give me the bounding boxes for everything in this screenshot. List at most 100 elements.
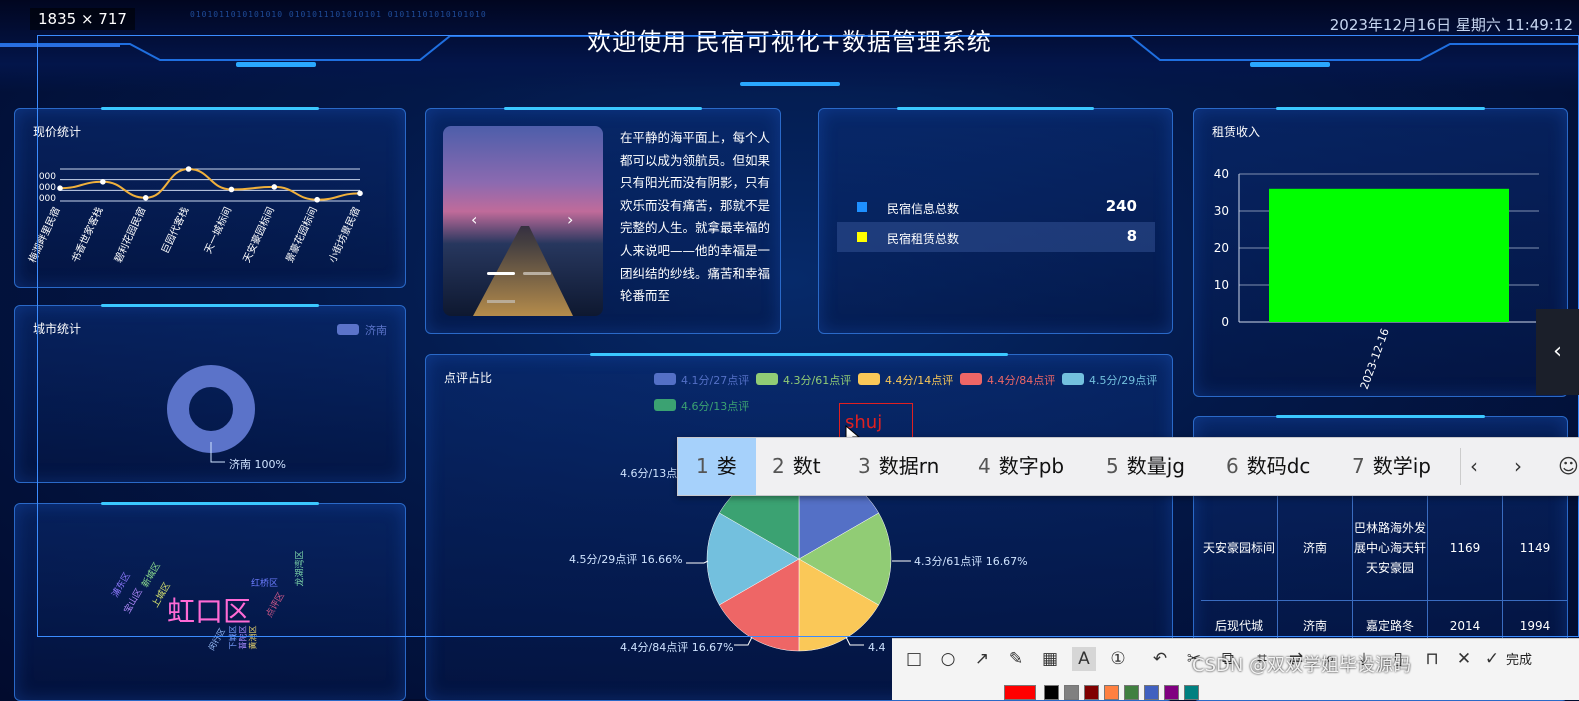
legend-swatch xyxy=(858,373,880,385)
x-tick-label: 天一城标间 xyxy=(201,205,234,256)
label-leader-line xyxy=(686,560,709,564)
district-wordcloud-panel: 虹口区 红桥区 点评区 宝山区 浦东区 新城区 上城区 龙湖湾区 闵行区 下城区… xyxy=(14,502,406,701)
ime-prev-page-icon[interactable]: ‹ xyxy=(1470,438,1478,495)
mosaic-tool-icon[interactable]: ▦ xyxy=(1038,647,1062,671)
data-point xyxy=(314,196,320,203)
label-leader-line xyxy=(734,636,753,646)
binary-decoration: 0101011010101010 0101011101010101 010111… xyxy=(190,10,487,19)
rent-bar-chart: 0 10 20 30 40 2023-12-16 xyxy=(1214,167,1539,392)
color-swatch[interactable] xyxy=(1004,685,1036,700)
carousel-next-icon[interactable]: › xyxy=(567,210,573,229)
image-carousel[interactable]: ‹ › xyxy=(443,126,603,316)
selection-size-badge: 1835 × 717 xyxy=(30,8,135,30)
ime-candidate-2[interactable]: 2 数t xyxy=(772,438,821,495)
close-icon[interactable]: ✕ xyxy=(1452,647,1476,671)
carousel-dot-active[interactable] xyxy=(487,272,515,275)
data-point xyxy=(100,179,106,185)
legend-label: 4.3分/61点评 xyxy=(783,374,851,387)
legend-swatch xyxy=(1062,373,1084,385)
price-line-chart: 000000000梅湖畔里民宿 书香世家客栈 碧利花园民宿 巨园代客栈 天一城标间 天安豪… xyxy=(26,166,363,265)
pen-tool-icon[interactable]: ✎ xyxy=(1004,647,1028,671)
ime-candidate-1[interactable]: 1娄 xyxy=(678,438,756,495)
confirm-icon[interactable]: ✓ xyxy=(1480,647,1504,671)
word: 闵行区 xyxy=(207,626,227,653)
y-tick-label: 000 xyxy=(39,194,56,204)
stat-value: 240 xyxy=(1105,197,1137,215)
data-point xyxy=(357,190,363,197)
stat-label: 民宿信息总数 xyxy=(887,202,960,216)
bar xyxy=(1269,188,1509,322)
word: 黄浦区 xyxy=(248,625,258,650)
carousel-dot[interactable] xyxy=(487,300,515,303)
color-swatch[interactable] xyxy=(1124,685,1139,700)
word: 龙湖湾区 xyxy=(295,550,306,587)
series-line xyxy=(59,167,361,201)
carousel-prev-icon[interactable]: ‹ xyxy=(471,210,477,229)
color-swatch[interactable] xyxy=(1044,685,1059,700)
ime-candidate-4[interactable]: 4 数字pb xyxy=(978,438,1064,495)
rent-income-panel: 租赁收入 0 10 20 30 40 2023-12-16 xyxy=(1193,107,1568,397)
word: 点评区 xyxy=(264,591,287,620)
divider xyxy=(1460,448,1461,485)
legend-swatch xyxy=(756,373,778,385)
y-tick-label: 0 xyxy=(1221,315,1229,329)
slice-label: 4.4 xyxy=(868,641,886,654)
table-cell: 1169 xyxy=(1428,496,1503,601)
legend-swatch xyxy=(654,399,676,411)
stat-row-rentals: 民宿租赁总数 8 xyxy=(837,222,1155,252)
color-swatch[interactable] xyxy=(1144,685,1159,700)
text-tool-icon[interactable]: A xyxy=(1072,647,1096,671)
ime-emoji-icon[interactable]: ☺ xyxy=(1558,438,1579,495)
data-point xyxy=(271,184,278,190)
color-swatch[interactable] xyxy=(1184,685,1199,700)
done-button[interactable]: 完成 xyxy=(1506,649,1532,668)
y-tick-label: 10 xyxy=(1214,278,1229,292)
ime-candidate-3[interactable]: 3 数据rn xyxy=(858,438,939,495)
table-cell: 济南 xyxy=(1278,496,1353,601)
y-tick-label: 40 xyxy=(1214,167,1229,181)
x-tick-label: 小街坊景民宿 xyxy=(326,205,363,265)
legend-label: 4.4分/14点评 xyxy=(885,374,953,387)
color-swatch[interactable] xyxy=(1164,685,1179,700)
city-stats-panel: 城市统计 济南 济南 100% xyxy=(14,304,406,483)
intro-text: 在平静的海平面上，每个人都可以成为领航员。但如果只有阳光而没有阴影，只有欢乐而没… xyxy=(620,130,771,304)
rectangle-tool-icon[interactable]: □ xyxy=(902,647,926,671)
datetime-display: 2023年12月16日 星期六 11:49:12 xyxy=(1329,16,1573,34)
intro-panel: ‹ › 在平静的海平面上，每个人都可以成为领航员。但如果只有阳光而没有阴影，只有… xyxy=(425,107,781,334)
slice-label: 4.3分/61点评 16.67% xyxy=(914,555,1028,568)
color-swatch[interactable] xyxy=(1064,685,1079,700)
ime-candidate-7[interactable]: 7 数学ip xyxy=(1352,438,1431,495)
x-tick-label: 碧利花园民宿 xyxy=(111,205,148,265)
data-point xyxy=(228,186,235,193)
price-stats-panel: 现价统计 000 000 000 梅湖畔里民宿 书香世家客栈 碧利花园民宿 巨园代客栈 天一城… xyxy=(14,107,406,288)
legend-square-icon xyxy=(857,232,867,242)
table-cell: 天安豪园标间 xyxy=(1201,496,1278,601)
stat-label: 民宿租赁总数 xyxy=(887,232,960,246)
legend-label: 4.5分/29点评 xyxy=(1089,374,1157,387)
label-leader-line xyxy=(845,636,864,646)
ime-candidate-6[interactable]: 6 数码dc xyxy=(1226,438,1310,495)
data-point xyxy=(57,185,63,191)
carousel-dot[interactable] xyxy=(523,272,551,275)
carousel-indicators[interactable] xyxy=(487,272,559,275)
y-tick-label: 30 xyxy=(1214,204,1229,218)
ime-candidate-5[interactable]: 5 数量jg xyxy=(1106,438,1185,495)
stat-row-listings: 民宿信息总数 240 xyxy=(837,192,1155,222)
bookmark-icon[interactable]: ⊓ xyxy=(1420,647,1444,671)
legend-label: 4.6分/13点评 xyxy=(681,400,749,413)
ellipse-tool-icon[interactable]: ○ xyxy=(936,647,960,671)
slice-label: 4.5分/29点评 16.66% xyxy=(569,553,683,566)
arrow-tool-icon[interactable]: ↗ xyxy=(970,647,994,671)
ime-next-page-icon[interactable]: › xyxy=(1514,438,1522,495)
x-tick-label: 巨园代客栈 xyxy=(158,205,191,256)
legend-swatch xyxy=(960,373,982,385)
legend-label: 4.4分/84点评 xyxy=(987,374,1055,387)
color-swatch[interactable] xyxy=(1084,685,1099,700)
side-collapse-handle[interactable]: ‹ xyxy=(1536,309,1579,395)
x-tick-label: 2023-12-16 xyxy=(1358,327,1392,392)
color-swatch[interactable] xyxy=(1104,685,1119,700)
word: 虹口区 xyxy=(167,595,252,628)
undo-icon[interactable]: ↶ xyxy=(1148,647,1172,671)
number-tool-icon[interactable]: ① xyxy=(1106,647,1130,671)
table-cell: 1149 xyxy=(1503,496,1567,601)
